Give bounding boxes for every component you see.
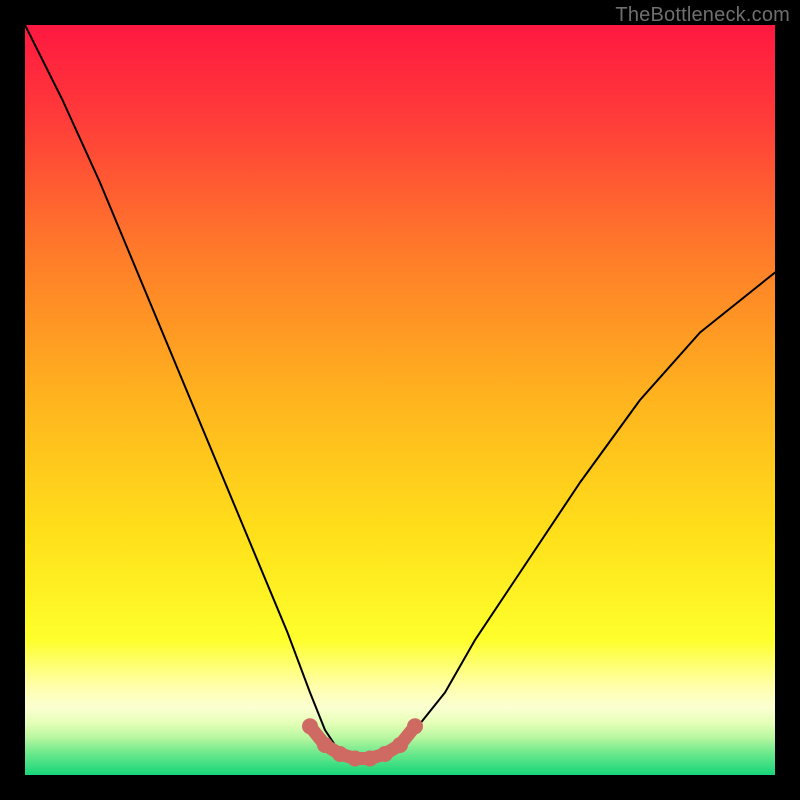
highlight-dot: [317, 737, 333, 753]
highlight-dot: [377, 746, 393, 762]
chart-svg: [25, 25, 775, 775]
highlight-dot: [332, 746, 348, 762]
highlight-dot: [407, 718, 423, 734]
gradient-background: [25, 25, 775, 775]
highlight-dot: [302, 718, 318, 734]
chart-frame: TheBottleneck.com: [0, 0, 800, 800]
plot-area: [25, 25, 775, 775]
highlight-dot: [392, 737, 408, 753]
highlight-dot: [362, 751, 378, 767]
highlight-dot: [347, 751, 363, 767]
watermark-text: TheBottleneck.com: [615, 4, 790, 27]
